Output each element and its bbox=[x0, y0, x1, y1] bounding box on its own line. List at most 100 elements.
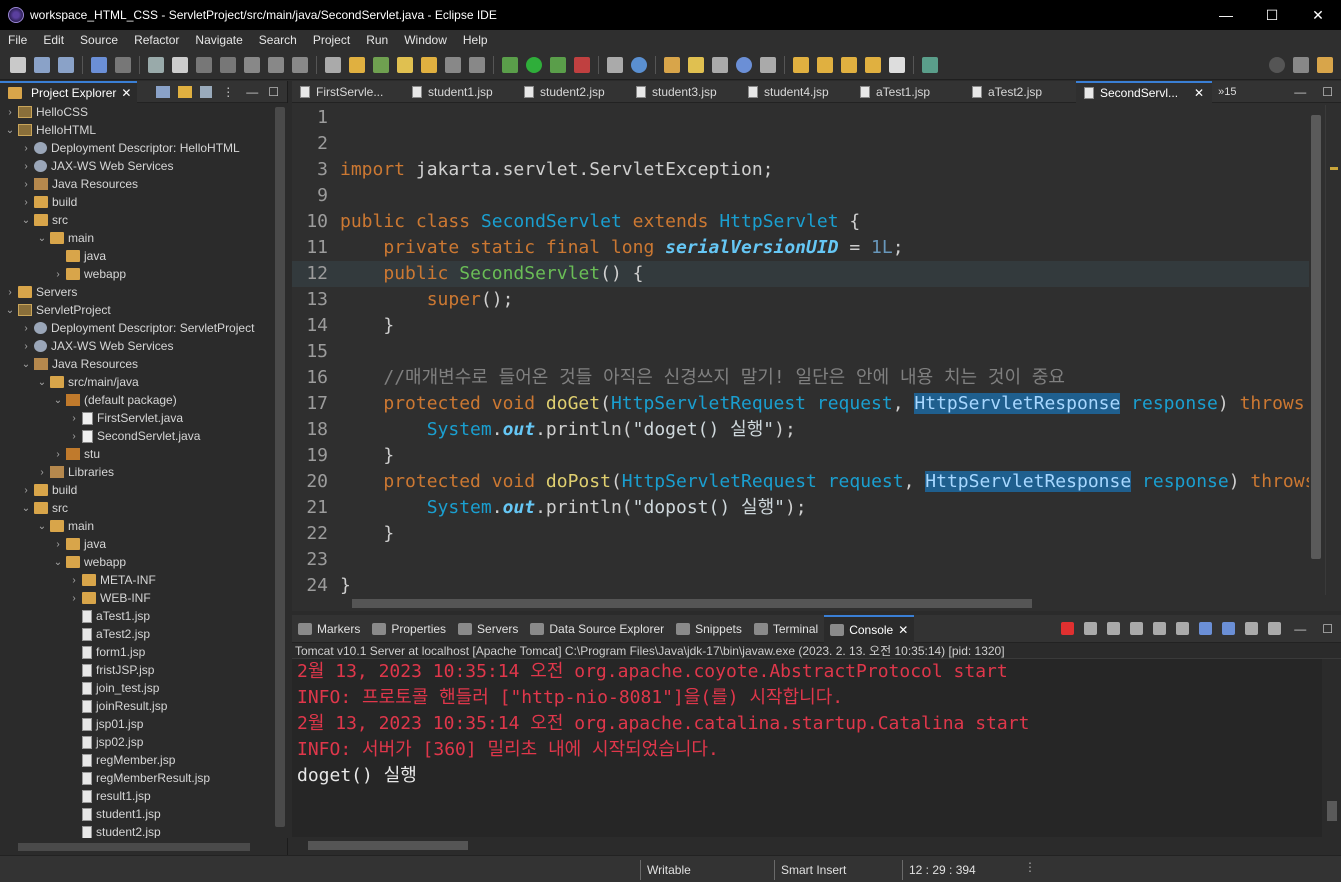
maximize-view-icon[interactable]: ☐ bbox=[1322, 85, 1333, 99]
tree-item[interactable]: › Java Resources bbox=[0, 175, 272, 193]
block-selection-icon[interactable] bbox=[445, 56, 461, 73]
annotation-icon[interactable] bbox=[760, 56, 776, 73]
tree-item[interactable]: › JAX-WS Web Services bbox=[0, 337, 272, 355]
new-icon[interactable] bbox=[10, 56, 26, 73]
console-vertical-scrollbar[interactable] bbox=[1325, 659, 1339, 837]
tree-item[interactable]: ⌄ main bbox=[0, 229, 272, 247]
tree-item[interactable]: › SecondServlet.java bbox=[0, 427, 272, 445]
code-line[interactable]: 10 public class SecondServlet extends Htt… bbox=[292, 209, 1310, 235]
search-toolbar-icon[interactable] bbox=[712, 56, 728, 73]
chevron-right-icon[interactable]: › bbox=[20, 341, 32, 352]
overview-ruler[interactable] bbox=[1325, 105, 1341, 595]
menu-help[interactable]: Help bbox=[455, 33, 496, 47]
show-on-stdout-icon[interactable] bbox=[1176, 622, 1190, 635]
code-line[interactable]: 24} bbox=[292, 573, 1310, 595]
maximize-button[interactable]: ☐ bbox=[1249, 0, 1295, 30]
tree-item[interactable]: jsp01.jsp bbox=[0, 715, 272, 733]
minimize-view-icon[interactable]: — bbox=[246, 85, 258, 99]
tree-item[interactable]: ⌄ Java Resources bbox=[0, 355, 272, 373]
remove-all-icon[interactable] bbox=[1107, 622, 1121, 635]
filter-icon[interactable] bbox=[200, 85, 213, 98]
close-window-button[interactable]: ✕ bbox=[1295, 0, 1341, 30]
status-menu-icon[interactable]: ⋮ bbox=[1024, 860, 1036, 874]
code-line[interactable]: 2 bbox=[292, 131, 1310, 157]
scroll-thumb[interactable] bbox=[18, 843, 250, 851]
pin-editor-icon[interactable] bbox=[922, 56, 938, 73]
new-server-icon[interactable] bbox=[607, 56, 623, 73]
chevron-right-icon[interactable]: › bbox=[68, 431, 80, 442]
tree-item[interactable]: › stu bbox=[0, 445, 272, 463]
chevron-down-icon[interactable]: ⌄ bbox=[36, 521, 48, 532]
chevron-right-icon[interactable]: › bbox=[4, 287, 16, 298]
tree-item[interactable]: join_test.jsp bbox=[0, 679, 272, 697]
warning-marker[interactable] bbox=[1330, 167, 1338, 170]
chevron-down-icon[interactable]: ⌄ bbox=[52, 395, 64, 406]
code-line[interactable]: 23 bbox=[292, 547, 1310, 573]
tree-item[interactable]: › Servers bbox=[0, 283, 272, 301]
chevron-right-icon[interactable]: › bbox=[20, 197, 32, 208]
explorer-vertical-scrollbar[interactable] bbox=[272, 103, 288, 838]
next-annotation-icon[interactable] bbox=[793, 56, 809, 73]
tree-item[interactable]: › FirstServlet.java bbox=[0, 409, 272, 427]
chevron-right-icon[interactable]: › bbox=[20, 323, 32, 334]
debug-icon[interactable] bbox=[502, 56, 518, 73]
chevron-right-icon[interactable]: › bbox=[52, 539, 64, 550]
save-icon[interactable] bbox=[34, 56, 50, 73]
terminal-icon[interactable] bbox=[91, 56, 107, 73]
tree-item[interactable]: › META-INF bbox=[0, 571, 272, 589]
tree-item[interactable]: ⌄ src bbox=[0, 499, 272, 517]
editor-tab[interactable]: student1.jsp bbox=[404, 81, 516, 103]
tree-item[interactable]: › build bbox=[0, 193, 272, 211]
chevron-down-icon[interactable]: ⌄ bbox=[4, 125, 16, 136]
java-ee-perspective-icon[interactable] bbox=[1317, 56, 1333, 73]
show-whitespace-icon[interactable] bbox=[469, 56, 485, 73]
open-type-icon[interactable] bbox=[664, 56, 680, 73]
show-on-stderr-icon[interactable] bbox=[1199, 622, 1213, 635]
tree-item[interactable]: › java bbox=[0, 535, 272, 553]
editor-tab[interactable]: student3.jsp bbox=[628, 81, 740, 103]
scroll-thumb[interactable] bbox=[1311, 115, 1321, 559]
open-console-icon[interactable] bbox=[1268, 622, 1282, 635]
step-return-icon[interactable] bbox=[292, 56, 308, 73]
back-icon[interactable] bbox=[841, 56, 857, 73]
tree-item[interactable]: jsp02.jsp bbox=[0, 733, 272, 751]
code-line[interactable]: 12 public SecondServlet() { bbox=[292, 261, 1310, 287]
chevron-right-icon[interactable]: › bbox=[4, 107, 16, 118]
tree-item[interactable]: › webapp bbox=[0, 265, 272, 283]
tree-item[interactable]: › Libraries bbox=[0, 463, 272, 481]
code-line[interactable]: 1 bbox=[292, 105, 1310, 131]
collapse-all-icon[interactable] bbox=[156, 85, 171, 98]
editor-tab[interactable]: SecondServl... ✕ bbox=[1076, 80, 1213, 103]
chevron-right-icon[interactable]: › bbox=[68, 575, 80, 586]
minimize-view-icon[interactable]: — bbox=[1294, 622, 1306, 636]
search-icon[interactable] bbox=[1269, 56, 1285, 73]
close-icon[interactable]: ✕ bbox=[121, 86, 131, 100]
skip-breakpoints-icon[interactable] bbox=[115, 56, 131, 73]
word-wrap-icon[interactable] bbox=[1153, 622, 1167, 635]
chevron-right-icon[interactable]: › bbox=[68, 593, 80, 604]
scroll-thumb[interactable] bbox=[275, 107, 285, 827]
tree-item[interactable]: ⌄ src/main/java bbox=[0, 373, 272, 391]
editor-tab[interactable]: aTest2.jsp bbox=[964, 81, 1076, 103]
chevron-right-icon[interactable]: › bbox=[20, 161, 32, 172]
chevron-right-icon[interactable]: › bbox=[52, 449, 64, 460]
code-line[interactable]: 18 System.out.println("doget() 실행"); bbox=[292, 417, 1310, 443]
menu-navigate[interactable]: Navigate bbox=[187, 33, 250, 47]
mark-occurrences-icon[interactable] bbox=[373, 56, 389, 73]
tree-item[interactable]: java bbox=[0, 247, 272, 265]
tree-item[interactable]: fristJSP.jsp bbox=[0, 661, 272, 679]
editor-vertical-scrollbar[interactable] bbox=[1309, 105, 1323, 595]
tab-terminal[interactable]: Terminal bbox=[748, 615, 824, 643]
display-console-icon[interactable] bbox=[1245, 622, 1259, 635]
tab-console[interactable]: Console ✕ bbox=[824, 614, 915, 643]
tab-servers[interactable]: Servers bbox=[452, 615, 524, 643]
code-line[interactable]: 16 //매개변수로 들어온 것들 아직은 신경쓰지 말기! 일단은 안에 내용… bbox=[292, 365, 1310, 391]
code-line[interactable]: 17 protected void doGet(HttpServletReque… bbox=[292, 391, 1310, 417]
tree-item[interactable]: ⌄ main bbox=[0, 517, 272, 535]
toggle-block-icon[interactable] bbox=[325, 56, 341, 73]
console-horizontal-scrollbar[interactable] bbox=[292, 837, 1322, 853]
breadcrumb-icon[interactable] bbox=[349, 56, 365, 73]
view-menu-icon[interactable]: ⋮ bbox=[222, 85, 234, 99]
word-wrap-icon[interactable] bbox=[421, 56, 437, 73]
menu-source[interactable]: Source bbox=[72, 33, 126, 47]
